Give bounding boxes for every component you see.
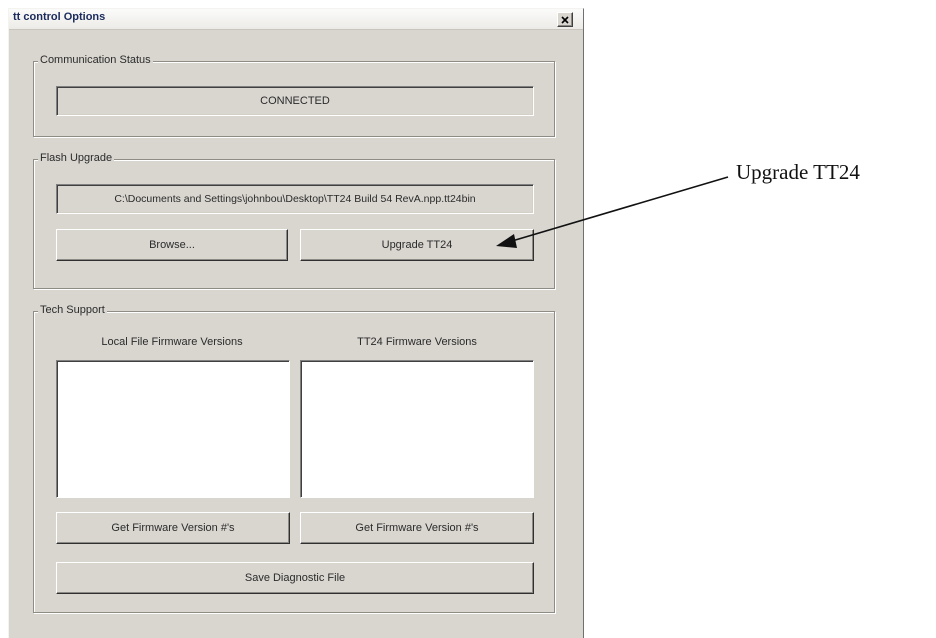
- callout-arrow: [496, 176, 729, 248]
- callout-label: Upgrade TT24: [736, 160, 860, 184]
